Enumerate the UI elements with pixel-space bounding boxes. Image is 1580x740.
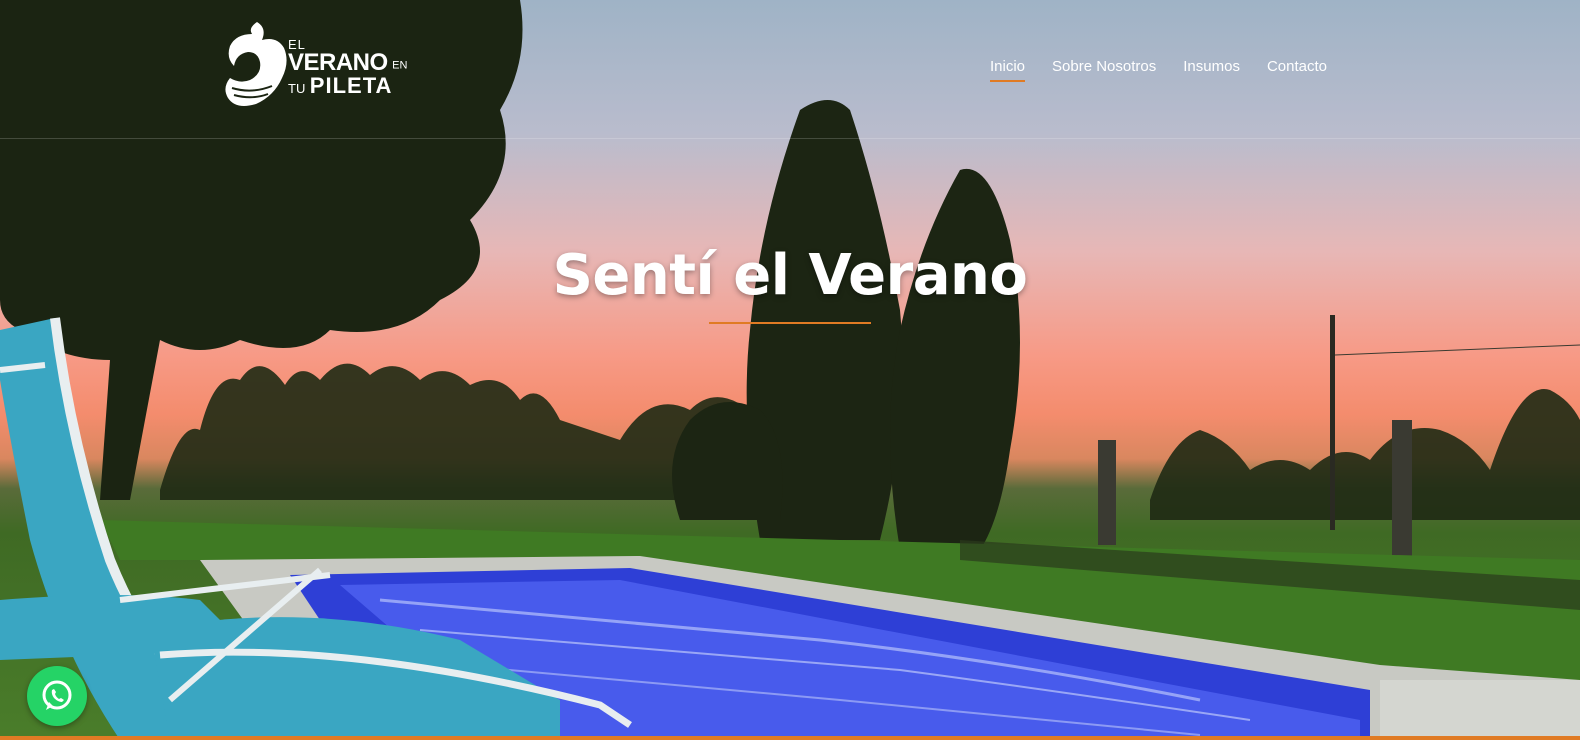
- logo-wordmark: EL VERANO EN TU PILETA: [288, 38, 407, 97]
- nav-item-inicio[interactable]: Inicio: [990, 58, 1026, 82]
- logo-text-verano: VERANO: [288, 49, 388, 76]
- nav-item-contacto[interactable]: Contacto: [1267, 58, 1327, 82]
- hero-section: EL VERANO EN TU PILETA Inicio Sobre Noso…: [0, 0, 1580, 740]
- site-logo[interactable]: EL VERANO EN TU PILETA: [222, 18, 412, 118]
- hero-headline: Sentí el Verano: [0, 243, 1580, 324]
- logo-text-pileta: PILETA: [309, 73, 393, 98]
- whatsapp-icon: [42, 680, 72, 710]
- site-header: EL VERANO EN TU PILETA Inicio Sobre Noso…: [0, 0, 1580, 139]
- splash-logo-icon: [225, 22, 287, 106]
- hero-title-underline: [709, 322, 871, 324]
- main-navigation: Inicio Sobre Nosotros Insumos Contacto: [990, 58, 1327, 82]
- accent-bottom-bar: [0, 736, 1580, 740]
- hero-title: Sentí el Verano: [552, 243, 1028, 308]
- logo-text-tu: TU: [288, 81, 306, 96]
- whatsapp-button[interactable]: [27, 666, 87, 726]
- logo-text-en: EN: [392, 59, 408, 72]
- nav-item-insumos[interactable]: Insumos: [1183, 58, 1240, 82]
- nav-item-sobre-nosotros[interactable]: Sobre Nosotros: [1052, 58, 1156, 82]
